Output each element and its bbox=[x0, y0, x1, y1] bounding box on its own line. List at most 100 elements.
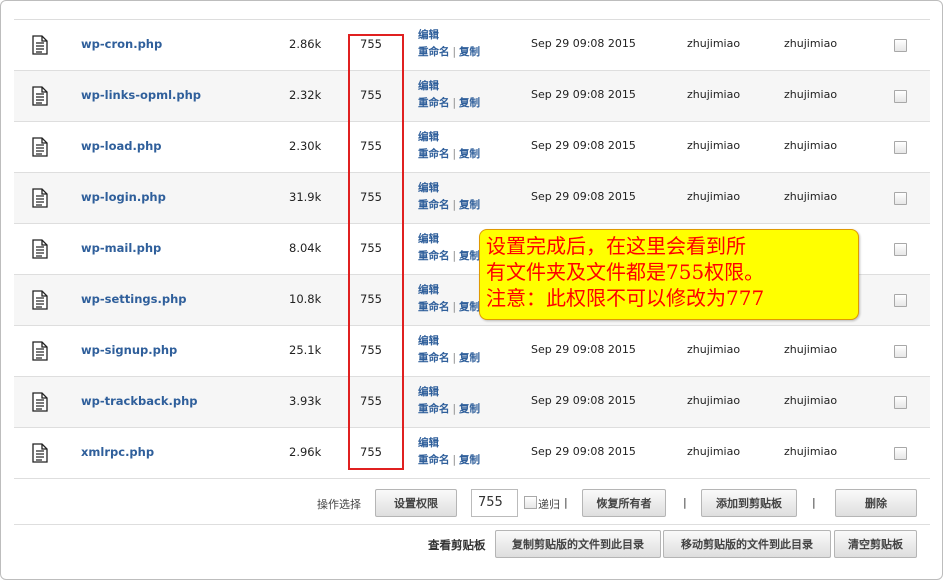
table-row: wp-cron.php 2.86k 755 编辑 重命名 | 复制 Sep 29 0… bbox=[14, 20, 930, 71]
copy-link[interactable]: 复制 bbox=[459, 46, 480, 58]
rename-link[interactable]: 重命名 bbox=[418, 199, 450, 211]
file-name-link[interactable]: wp-trackback.php bbox=[81, 394, 198, 408]
separator: | bbox=[452, 403, 457, 415]
rename-link[interactable]: 重命名 bbox=[418, 301, 450, 313]
file-group: zhujimiao bbox=[784, 88, 838, 101]
copy-link[interactable]: 复制 bbox=[459, 403, 480, 415]
rename-link[interactable]: 重命名 bbox=[418, 352, 450, 364]
file-name-link[interactable]: wp-links-opml.php bbox=[81, 88, 201, 102]
file-operations: 编辑 重命名 | 复制 bbox=[418, 27, 480, 61]
copy-link[interactable]: 复制 bbox=[459, 352, 480, 364]
recursive-checkbox[interactable] bbox=[524, 496, 537, 509]
edit-link[interactable]: 编辑 bbox=[418, 131, 439, 143]
file-modified-time: Sep 29 09:08 2015 bbox=[531, 37, 636, 50]
file-operations: 编辑 重命名 | 复制 bbox=[418, 333, 480, 367]
file-manager-frame: wp-cron.php 2.86k 755 编辑 重命名 | 复制 Sep 29 0… bbox=[0, 0, 943, 580]
table-row: wp-signup.php 25.1k 755 编辑 重命名 | 复制 Sep 29… bbox=[14, 326, 930, 377]
callout-line-3: 注意：此权限不可以修改为777 bbox=[486, 286, 765, 310]
edit-link[interactable]: 编辑 bbox=[418, 182, 439, 194]
rename-link[interactable]: 重命名 bbox=[418, 403, 450, 415]
file-owner: zhujimiao bbox=[687, 88, 741, 101]
callout-line-2: 有文件夹及文件都是755权限。 bbox=[486, 260, 765, 284]
action-bar: 操作选择 设置权限 755 递归 | 恢复所有者 | 添加到剪贴板 | 删除 bbox=[14, 481, 930, 525]
rename-link[interactable]: 重命名 bbox=[418, 250, 450, 262]
row-select-checkbox[interactable] bbox=[894, 243, 907, 256]
separator: | bbox=[452, 148, 457, 160]
row-select-checkbox[interactable] bbox=[894, 345, 907, 358]
file-icon bbox=[32, 188, 48, 208]
file-operations: 编辑 重命名 | 复制 bbox=[418, 78, 480, 112]
table-row: wp-load.php 2.30k 755 编辑 重命名 | 复制 Sep 29 0… bbox=[14, 122, 930, 173]
file-group: zhujimiao bbox=[784, 37, 838, 50]
copy-link[interactable]: 复制 bbox=[459, 301, 480, 313]
row-select-checkbox[interactable] bbox=[894, 396, 907, 409]
table-row: xmlrpc.php 2.96k 755 编辑 重命名 | 复制 Sep 29 09… bbox=[14, 428, 930, 479]
copy-link[interactable]: 复制 bbox=[459, 250, 480, 262]
file-icon bbox=[32, 239, 48, 259]
file-icon bbox=[32, 443, 48, 463]
add-to-clipboard-button[interactable]: 添加到剪贴板 bbox=[701, 489, 797, 517]
copy-link[interactable]: 复制 bbox=[459, 97, 480, 109]
file-size: 2.96k bbox=[289, 445, 322, 459]
edit-link[interactable]: 编辑 bbox=[418, 80, 439, 92]
view-clipboard-label: 查看剪贴板 bbox=[428, 538, 486, 552]
file-name-link[interactable]: wp-mail.php bbox=[81, 241, 161, 255]
copy-link[interactable]: 复制 bbox=[459, 454, 480, 466]
separator: | bbox=[452, 46, 457, 58]
clear-clipboard-button[interactable]: 清空剪贴板 bbox=[834, 530, 917, 558]
file-icon bbox=[32, 290, 48, 310]
move-clipboard-here-button[interactable]: 移动剪贴版的文件到此目录 bbox=[663, 530, 831, 558]
edit-link[interactable]: 编辑 bbox=[418, 233, 439, 245]
file-name-link[interactable]: wp-login.php bbox=[81, 190, 166, 204]
copy-clipboard-here-button[interactable]: 复制剪贴版的文件到此目录 bbox=[495, 530, 661, 558]
file-size: 2.30k bbox=[289, 139, 322, 153]
file-operations: 编辑 重命名 | 复制 bbox=[418, 231, 480, 265]
edit-link[interactable]: 编辑 bbox=[418, 284, 439, 296]
permission-value-input[interactable]: 755 bbox=[471, 489, 518, 517]
row-select-checkbox[interactable] bbox=[894, 90, 907, 103]
row-select-checkbox[interactable] bbox=[894, 39, 907, 52]
table-row: wp-links-opml.php 2.32k 755 编辑 重命名 | 复制 Se… bbox=[14, 71, 930, 122]
copy-link[interactable]: 复制 bbox=[459, 199, 480, 211]
separator: | bbox=[452, 352, 457, 364]
file-owner: zhujimiao bbox=[687, 445, 741, 458]
row-select-checkbox[interactable] bbox=[894, 141, 907, 154]
file-icon bbox=[32, 392, 48, 412]
file-name-link[interactable]: wp-cron.php bbox=[81, 37, 162, 51]
rename-link[interactable]: 重命名 bbox=[418, 46, 450, 58]
file-icon bbox=[32, 137, 48, 157]
rename-link[interactable]: 重命名 bbox=[418, 97, 450, 109]
row-select-checkbox[interactable] bbox=[894, 447, 907, 460]
row-select-checkbox[interactable] bbox=[894, 192, 907, 205]
separator: | bbox=[812, 496, 816, 509]
file-owner: zhujimiao bbox=[687, 343, 741, 356]
restore-owner-button[interactable]: 恢复所有者 bbox=[582, 489, 666, 517]
file-name-link[interactable]: wp-settings.php bbox=[81, 292, 187, 306]
separator: | bbox=[452, 454, 457, 466]
file-modified-time: Sep 29 09:08 2015 bbox=[531, 394, 636, 407]
rename-link[interactable]: 重命名 bbox=[418, 148, 450, 160]
file-size: 3.93k bbox=[289, 394, 322, 408]
file-modified-time: Sep 29 09:08 2015 bbox=[531, 190, 636, 203]
rename-link[interactable]: 重命名 bbox=[418, 454, 450, 466]
file-group: zhujimiao bbox=[784, 445, 838, 458]
recursive-label: 递归 bbox=[538, 498, 560, 511]
delete-button[interactable]: 删除 bbox=[835, 489, 917, 517]
edit-link[interactable]: 编辑 bbox=[418, 437, 439, 449]
set-permission-button[interactable]: 设置权限 bbox=[375, 489, 457, 517]
file-name-link[interactable]: xmlrpc.php bbox=[81, 445, 154, 459]
table-row: wp-trackback.php 3.93k 755 编辑 重命名 | 复制 Sep… bbox=[14, 377, 930, 428]
edit-link[interactable]: 编辑 bbox=[418, 335, 439, 347]
file-modified-time: Sep 29 09:08 2015 bbox=[531, 139, 636, 152]
copy-link[interactable]: 复制 bbox=[459, 148, 480, 160]
edit-link[interactable]: 编辑 bbox=[418, 386, 439, 398]
table-row: wp-login.php 31.9k 755 编辑 重命名 | 复制 Sep 29 … bbox=[14, 173, 930, 224]
edit-link[interactable]: 编辑 bbox=[418, 29, 439, 41]
file-name-link[interactable]: wp-load.php bbox=[81, 139, 161, 153]
file-name-link[interactable]: wp-signup.php bbox=[81, 343, 177, 357]
file-icon bbox=[32, 35, 48, 55]
row-select-checkbox[interactable] bbox=[894, 294, 907, 307]
file-group: zhujimiao bbox=[784, 343, 838, 356]
permission-highlight-box bbox=[348, 34, 404, 470]
file-owner: zhujimiao bbox=[687, 190, 741, 203]
